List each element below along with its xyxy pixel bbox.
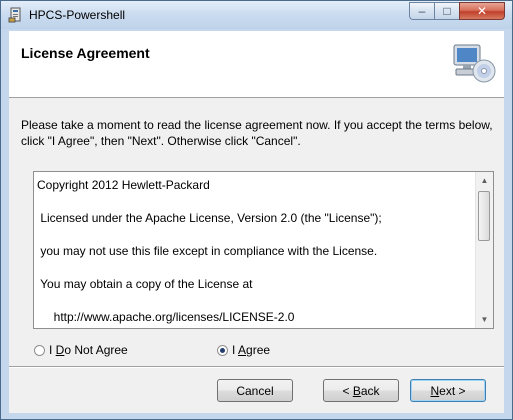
maximize-icon: □ [443, 4, 451, 18]
vertical-scrollbar[interactable]: ▲ ▼ [475, 172, 493, 328]
cancel-label: Cancel [236, 383, 274, 398]
license-line: http://www.apache.org/licenses/LICENSE-2… [37, 310, 295, 324]
disagree-option[interactable]: I Do Not Agree [34, 341, 128, 359]
radio-selected-dot [220, 347, 225, 353]
close-button[interactable]: ✕ [459, 2, 505, 20]
computer-cd-icon [453, 44, 496, 83]
license-text: Copyright 2012 Hewlett-Packard Licensed … [37, 178, 473, 328]
cancel-button[interactable]: Cancel [217, 379, 293, 402]
license-line: you may not use this file except in comp… [37, 244, 378, 258]
agree-option[interactable]: I Agree [217, 341, 270, 359]
maximize-button[interactable]: □ [434, 2, 459, 20]
back-button[interactable]: < Back [323, 379, 399, 402]
minimize-button[interactable]: – [409, 2, 434, 20]
license-line: Copyright 2012 Hewlett-Packard [37, 178, 210, 192]
footer-separator [9, 366, 504, 368]
close-icon: ✕ [476, 4, 488, 18]
agree-radio[interactable] [217, 344, 228, 356]
instructions-text: Please take a moment to read the license… [21, 118, 493, 148]
window-title: HPCS-Powershell [29, 8, 126, 22]
scrollbar-thumb[interactable] [478, 191, 490, 241]
title-bar[interactable]: HPCS-Powershell – □ ✕ [1, 1, 512, 29]
page-title: License Agreement [21, 45, 150, 61]
caption-buttons: – □ ✕ [409, 2, 505, 21]
minimize-icon: – [418, 4, 426, 18]
installer-window: HPCS-Powershell – □ ✕ License Agreement [0, 0, 513, 420]
wizard-header: License Agreement [9, 31, 504, 98]
back-label: < Back [342, 383, 380, 398]
next-button[interactable]: Next > [410, 379, 486, 402]
dialog-client-area: License Agreement Please take a moment t… [9, 31, 504, 413]
license-text-area[interactable]: Copyright 2012 Hewlett-Packard Licensed … [33, 171, 494, 329]
disagree-radio[interactable] [34, 344, 45, 356]
agree-label: I Agree [232, 343, 271, 357]
disagree-label: I Do Not Agree [49, 343, 128, 357]
scroll-up-arrow-icon[interactable]: ▲ [476, 172, 493, 189]
scroll-down-arrow-icon[interactable]: ▼ [476, 311, 493, 328]
installer-app-icon [8, 7, 21, 23]
license-line: You may obtain a copy of the License at [37, 277, 253, 291]
license-line: Licensed under the Apache License, Versi… [37, 211, 382, 225]
next-label: Next > [430, 383, 466, 398]
